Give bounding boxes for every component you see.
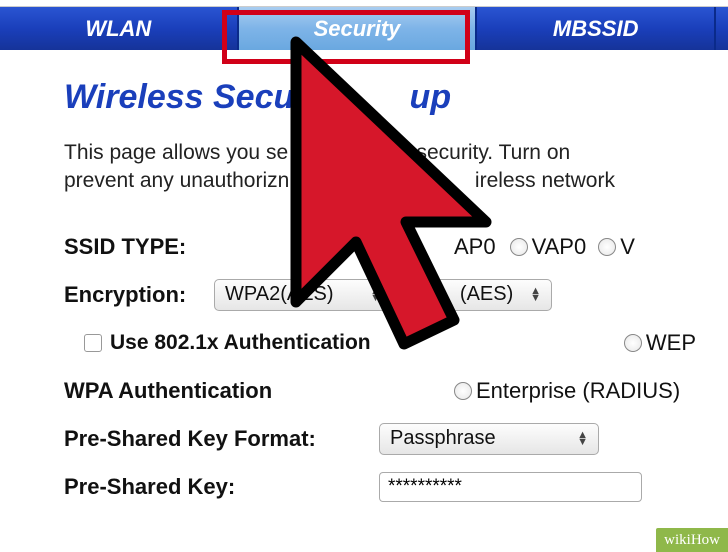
page-title: Wireless Security Setup [64, 78, 708, 117]
page-description: This page allows you set the wireless se… [64, 139, 708, 196]
desc-line2-right: ireless network [475, 169, 615, 192]
updown-icon: ▲▼ [530, 288, 541, 302]
row-psk: Pre-Shared Key: [64, 470, 708, 504]
wpa-auth-label: WPA Authentication [64, 378, 454, 404]
radio-enterprise[interactable]: Enterprise (RADIUS) [454, 378, 680, 404]
desc-line1-right: security. Turn on [411, 141, 571, 164]
encryption-label: Encryption: [64, 282, 214, 308]
row-ssid-type: SSID TYPE: AP0 VAP0 V [64, 230, 708, 264]
radio-circle-icon [598, 238, 616, 256]
psk-format-label: Pre-Shared Key Format: [64, 426, 379, 452]
radio-v-label: V [620, 234, 635, 260]
row-encryption: Encryption: WPA2(AES) ▲▼ WPA(AES) ▲▼ [64, 278, 708, 312]
tab-bar: WLAN Security MBSSID [0, 6, 728, 50]
row-8021x: Use 802.1x Authentication WEP [64, 326, 708, 360]
page-title-left: Wireless Securi [64, 78, 317, 116]
tab-wlan[interactable]: WLAN [0, 7, 239, 50]
radio-v[interactable]: V [598, 234, 635, 260]
psk-input[interactable] [379, 472, 642, 502]
tab-security[interactable]: Security [239, 7, 478, 50]
ssid-type-label: SSID TYPE: [64, 234, 454, 260]
watermark: wikiHow [656, 528, 728, 552]
radio-circle-icon [624, 334, 642, 352]
radio-wep[interactable]: WEP [624, 330, 696, 356]
encryption-select-1-value: WPA2(AES) [225, 283, 334, 306]
radio-wep-label: WEP [646, 330, 696, 356]
radio-vap0[interactable]: VAP0 [510, 234, 587, 260]
radio-vap0-label: VAP0 [532, 234, 587, 260]
tab-overflow [716, 7, 728, 50]
psk-label: Pre-Shared Key: [64, 474, 379, 500]
encryption-select-1[interactable]: WPA2(AES) ▲▼ [214, 279, 392, 311]
page-title-right: up [410, 78, 452, 116]
checkbox-8021x[interactable] [84, 334, 102, 352]
radio-circle-icon [510, 238, 528, 256]
updown-icon: ▲▼ [577, 432, 588, 446]
psk-format-value: Passphrase [390, 427, 496, 450]
row-psk-format: Pre-Shared Key Format: Passphrase ▲▼ [64, 422, 708, 456]
radio-enterprise-label: Enterprise (RADIUS) [476, 378, 680, 404]
checkbox-8021x-label: Use 802.1x Authentication [110, 331, 371, 355]
content-area: Wireless Security Setup This page allows… [0, 50, 728, 528]
desc-line1-left: This page allows you se [64, 141, 288, 164]
updown-icon: ▲▼ [370, 288, 381, 302]
tab-mbssid[interactable]: MBSSID [477, 7, 716, 50]
encryption-select-2-value: (AES) [460, 283, 513, 306]
ssid-opt-ap0-text: AP0 [454, 234, 496, 260]
row-wpa-auth: WPA Authentication Enterprise (RADIUS) [64, 374, 708, 408]
encryption-select-2[interactable]: WPA(AES) ▲▼ [402, 279, 552, 311]
psk-format-select[interactable]: Passphrase ▲▼ [379, 423, 599, 455]
radio-circle-icon [454, 382, 472, 400]
desc-line2-left: prevent any unauthorizn [64, 169, 289, 192]
